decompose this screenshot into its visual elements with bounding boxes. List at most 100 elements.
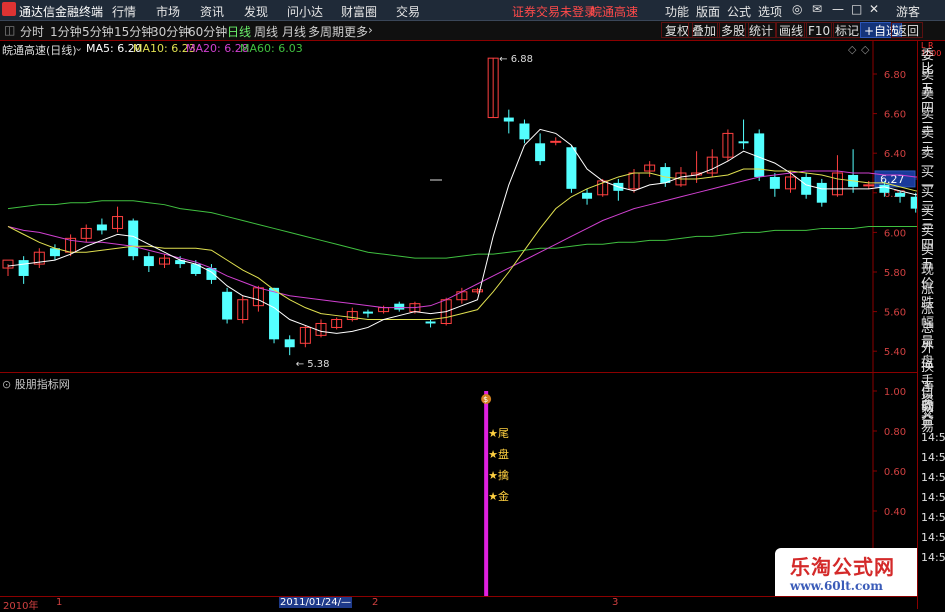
candle-body	[96, 224, 107, 231]
candle-body	[394, 303, 405, 310]
btn-gongshi[interactable]: 公式	[727, 3, 751, 20]
btn-back[interactable]: 返回	[891, 22, 924, 38]
trade-time: 14:56	[921, 511, 945, 524]
maximize-icon[interactable]: □	[851, 2, 862, 16]
candle-body	[503, 117, 514, 122]
kline-chart[interactable]: ◇ ◇6.806.606.406.206.005.805.605.406.27← …	[0, 41, 917, 373]
candle-body	[660, 167, 671, 183]
watermark-text: 乐淘公式网	[790, 555, 895, 579]
period-15min[interactable]: 15分钟	[114, 23, 153, 40]
menu-faxian[interactable]: 发现	[244, 3, 268, 20]
stock-short-name: 皖通高速	[590, 5, 639, 19]
candle-body	[425, 321, 436, 324]
moneybag-icon: $	[483, 395, 488, 404]
ma20-line	[7, 170, 917, 309]
period-5min[interactable]: 5分钟	[82, 23, 114, 40]
price-tick-label: 6.00	[884, 228, 906, 239]
indicator-tick-label: 0.80	[884, 427, 906, 438]
diamond-icon: ◇	[848, 43, 857, 56]
price-tick-label: 5.60	[884, 308, 906, 319]
candle-body	[863, 184, 875, 187]
period-more[interactable]: 更多	[344, 23, 368, 40]
indicator-tick-label: 0.40	[884, 507, 906, 518]
trade-time: 14:56	[921, 551, 945, 564]
period-daily[interactable]: 日线	[227, 23, 251, 40]
chevron-down-icon[interactable]: ⌄	[74, 41, 83, 54]
indicator-collapse-icon[interactable]: ⊙	[2, 378, 11, 391]
ma10-line	[7, 168, 917, 321]
app-title: 通达信金融终端	[19, 5, 104, 19]
year-label: 2010年	[3, 601, 39, 612]
btn-huaxian[interactable]: 画线	[775, 22, 808, 38]
signal-label: ★擒	[488, 468, 509, 482]
btn-biaoji[interactable]: 标记	[831, 22, 864, 38]
chevron-right-icon[interactable]: ›	[368, 23, 373, 37]
btn-diejia[interactable]: 叠加	[688, 22, 721, 38]
settings-icon[interactable]: ✉	[812, 2, 822, 16]
menu-caifuquan[interactable]: 财富圈	[341, 3, 377, 20]
toggle-panel-icon[interactable]: ◫	[4, 23, 15, 37]
signal-label: ★金	[488, 489, 509, 503]
signal-label: ★盘	[488, 447, 509, 461]
watermark-url: www.60lt.com	[790, 579, 883, 593]
quote-panel: L R 1000 委比 卖五 卖四 卖三 卖二 卖一 买一 买二 买三 买四 买五 现价 涨跌 涨幅 总量 外盘…	[917, 41, 945, 609]
indicator-title: ⊙ 股朋指标网	[2, 376, 70, 392]
skin-icon[interactable]: ◎	[792, 2, 802, 16]
login-warning[interactable]: 证券交易未登录	[512, 3, 596, 20]
candle-body	[769, 176, 780, 189]
ma60-label: MA60: 6.03	[240, 42, 303, 55]
candle-body	[222, 291, 233, 320]
price-tick-label: 5.80	[884, 268, 906, 279]
ma5-line	[7, 128, 917, 334]
diamond-icon: ◇	[861, 43, 870, 56]
candle-body	[879, 184, 890, 193]
cursor-date: 2011/01/24/—	[279, 597, 353, 608]
candle-body	[582, 192, 593, 199]
tick-2: 2	[372, 597, 379, 608]
candle-body	[754, 133, 765, 177]
app-logo-icon	[2, 2, 16, 16]
close-icon[interactable]: ✕	[869, 2, 879, 16]
trade-time: 14:56	[921, 531, 945, 544]
indicator-tick-label: 0.60	[884, 467, 906, 478]
period-1min[interactable]: 1分钟	[50, 23, 82, 40]
indicator-name: 股朋指标网	[14, 378, 70, 391]
period-60min[interactable]: 60分钟	[188, 23, 227, 40]
trade-time: 14:56	[921, 451, 945, 464]
candle-body	[535, 143, 546, 162]
watermark: 乐淘公式网 www.60lt.com	[775, 548, 917, 596]
candle-body	[284, 339, 295, 348]
high-marker: ← 6.88	[499, 54, 533, 65]
price-tick-label: 6.80	[884, 70, 906, 81]
signal-label: ★尾	[488, 427, 509, 440]
candle-body	[519, 123, 530, 140]
period-30min[interactable]: 30分钟	[151, 23, 190, 40]
minimize-icon[interactable]: —	[832, 2, 844, 16]
btn-f10[interactable]: F10	[804, 22, 835, 38]
btn-gongneng[interactable]: 功能	[665, 3, 689, 20]
time-axis: 2010年 1 2011/01/24/— 2 3	[0, 596, 917, 612]
candle-body	[269, 287, 280, 340]
candle-body	[738, 141, 749, 144]
menu-wenxiaoda[interactable]: 问小达	[287, 3, 323, 20]
candle-body	[895, 192, 906, 197]
btn-banmian[interactable]: 版面	[696, 3, 720, 20]
guest-label[interactable]: 游客	[896, 3, 920, 20]
period-multi[interactable]: 多周期	[308, 23, 344, 40]
btn-xuanxiang[interactable]: 选项	[758, 3, 782, 20]
menu-zixun[interactable]: 资讯	[200, 3, 224, 20]
period-monthly[interactable]: 月线	[282, 23, 306, 40]
candle-body	[362, 311, 373, 314]
period-toolbar: ◫ 分时 1分钟 5分钟 15分钟 30分钟 60分钟 日线 周线 月线 多周期…	[0, 21, 945, 41]
menu-hangqing[interactable]: 行情	[112, 3, 136, 20]
candle-body	[550, 140, 562, 143]
price-tick-label: 6.40	[884, 149, 906, 160]
btn-tongji[interactable]: 统计	[745, 22, 778, 38]
period-fenshi[interactable]: 分时	[20, 23, 44, 40]
low-marker: ← 5.38	[296, 359, 330, 370]
period-weekly[interactable]: 周线	[254, 23, 278, 40]
menu-jiaoyi[interactable]: 交易	[396, 3, 420, 20]
candle-body	[143, 256, 154, 267]
menu-shichang[interactable]: 市场	[156, 3, 180, 20]
stock-name: 皖通高速(日线)	[2, 44, 77, 57]
